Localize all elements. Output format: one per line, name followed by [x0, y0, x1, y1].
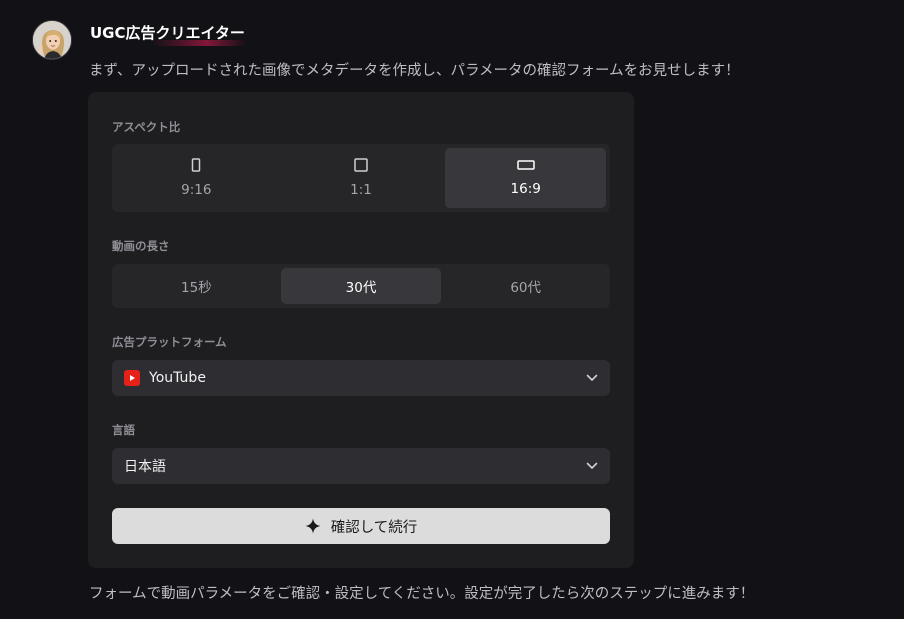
- parameter-form-card: アスペクト比 9:16 1:1 16:9 動画の長さ 15秒 30代 60代 広…: [88, 92, 634, 568]
- youtube-icon: [124, 370, 140, 386]
- language-select[interactable]: 日本語: [112, 448, 610, 484]
- portrait-rect-icon: [191, 158, 201, 176]
- footer-message: フォームで動画パラメータをご確認・設定してください。設定が完了したら次のステップ…: [89, 586, 755, 602]
- language-label: 言語: [112, 423, 135, 437]
- platform-select[interactable]: YouTube: [112, 360, 610, 396]
- sparkle-icon: [305, 518, 321, 534]
- duration-selector: 15秒 30代 60代: [112, 264, 610, 308]
- duration-option-30[interactable]: 30代: [280, 268, 442, 304]
- woman-waving-avatar-icon: [33, 21, 71, 59]
- duration-option-60[interactable]: 60代: [445, 268, 606, 304]
- aspect-option-label: 16:9: [510, 181, 541, 197]
- aspect-option-9-16[interactable]: 9:16: [116, 148, 277, 208]
- aspect-option-16-9[interactable]: 16:9: [445, 148, 607, 208]
- chevron-down-icon: [586, 374, 598, 382]
- landscape-rect-icon: [516, 159, 535, 175]
- square-icon: [354, 158, 368, 176]
- duration-option-15[interactable]: 15秒: [116, 268, 277, 304]
- platform-label: 広告プラットフォーム: [112, 335, 227, 349]
- platform-value: YouTube: [149, 370, 206, 386]
- aspect-option-1-1[interactable]: 1:1: [281, 148, 442, 208]
- aspect-ratio-label: アスペクト比: [112, 120, 181, 134]
- aspect-option-label: 9:16: [181, 182, 212, 198]
- author-name: UGC広告クリエイター: [88, 22, 247, 46]
- confirm-label: 確認して続行: [330, 519, 418, 536]
- chevron-down-icon: [586, 462, 598, 470]
- confirm-continue-button[interactable]: 確認して続行: [112, 508, 610, 544]
- avatar: [32, 20, 72, 60]
- aspect-option-label: 1:1: [350, 182, 372, 198]
- language-value: 日本語: [124, 459, 166, 475]
- intro-message: まず、アップロードされた画像でメタデータを作成し、パラメータの確認フォームをお見…: [89, 63, 740, 79]
- duration-label: 動画の長さ: [112, 239, 170, 253]
- aspect-ratio-selector: 9:16 1:1 16:9: [112, 144, 610, 212]
